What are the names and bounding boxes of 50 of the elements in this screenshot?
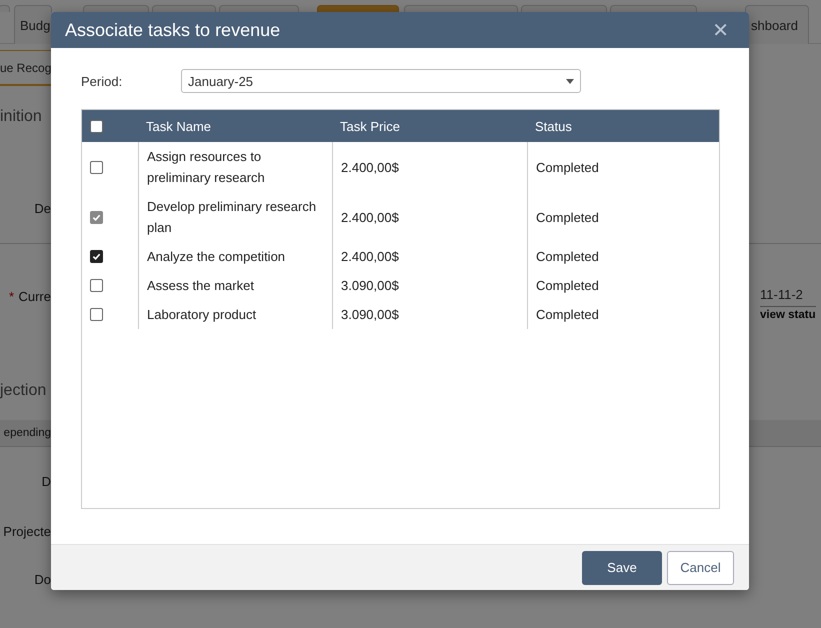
required-mark: * [8, 289, 14, 306]
section-heading: inition [0, 108, 42, 126]
dialog-title: Associate tasks to revenue [65, 20, 280, 40]
caret-icon [566, 78, 574, 84]
task-price: 3.090,00$ [341, 306, 399, 324]
tab[interactable] [152, 5, 216, 12]
tab[interactable] [0, 5, 10, 12]
task-name: Develop preliminary research plan [147, 198, 318, 237]
checkbox[interactable] [90, 160, 103, 174]
period-dropdown[interactable]: January-25 [181, 69, 581, 93]
checkbox[interactable] [90, 120, 103, 132]
task-price: 2.400,00$ [341, 208, 399, 226]
checkbox[interactable] [90, 279, 103, 292]
view-status-link[interactable]: view statu [760, 307, 816, 321]
task-status: Completed [536, 248, 599, 266]
column-header: Task Name [138, 110, 332, 142]
task-price: 2.400,00$ [341, 248, 399, 266]
field-label: Do [34, 572, 51, 586]
checkbox[interactable] [90, 250, 103, 263]
tab[interactable] [83, 5, 149, 12]
field-label: D [42, 474, 51, 488]
task-price: 3.090,00$ [341, 277, 399, 295]
cancel-button[interactable]: Cancel [667, 550, 734, 584]
task-status: Completed [536, 277, 599, 295]
save-button[interactable]: Save [582, 550, 662, 584]
task-status: Completed [536, 208, 599, 227]
period-label: Period: [81, 74, 124, 88]
tab[interactable] [521, 5, 607, 12]
task-name: Assess the market [147, 277, 254, 295]
column-label: epending [4, 427, 51, 439]
checkbox[interactable] [90, 308, 103, 321]
tab[interactable] [219, 5, 299, 12]
tab[interactable]: Budg [14, 5, 52, 44]
close-button[interactable]: ✕ [712, 18, 729, 42]
date-value: 11-11-2 [760, 285, 816, 307]
column-header: Task Price [332, 110, 527, 142]
tab[interactable] [610, 5, 697, 12]
tab[interactable] [404, 5, 518, 12]
task-status: Completed [536, 306, 599, 324]
task-status: Completed [536, 158, 599, 177]
task-price: 2.400,00$ [341, 158, 399, 176]
tab[interactable] [317, 5, 399, 12]
field-label: Curre [18, 289, 51, 306]
tab[interactable]: shboard [745, 5, 809, 44]
task-name: Laboratory product [147, 306, 256, 324]
column-header: Status [527, 110, 719, 142]
field-label: De [34, 200, 51, 216]
task-name: Assign resources to preliminary research [147, 148, 266, 187]
task-name: Analyze the competition [147, 248, 286, 266]
field-label: Projecte [3, 524, 51, 538]
